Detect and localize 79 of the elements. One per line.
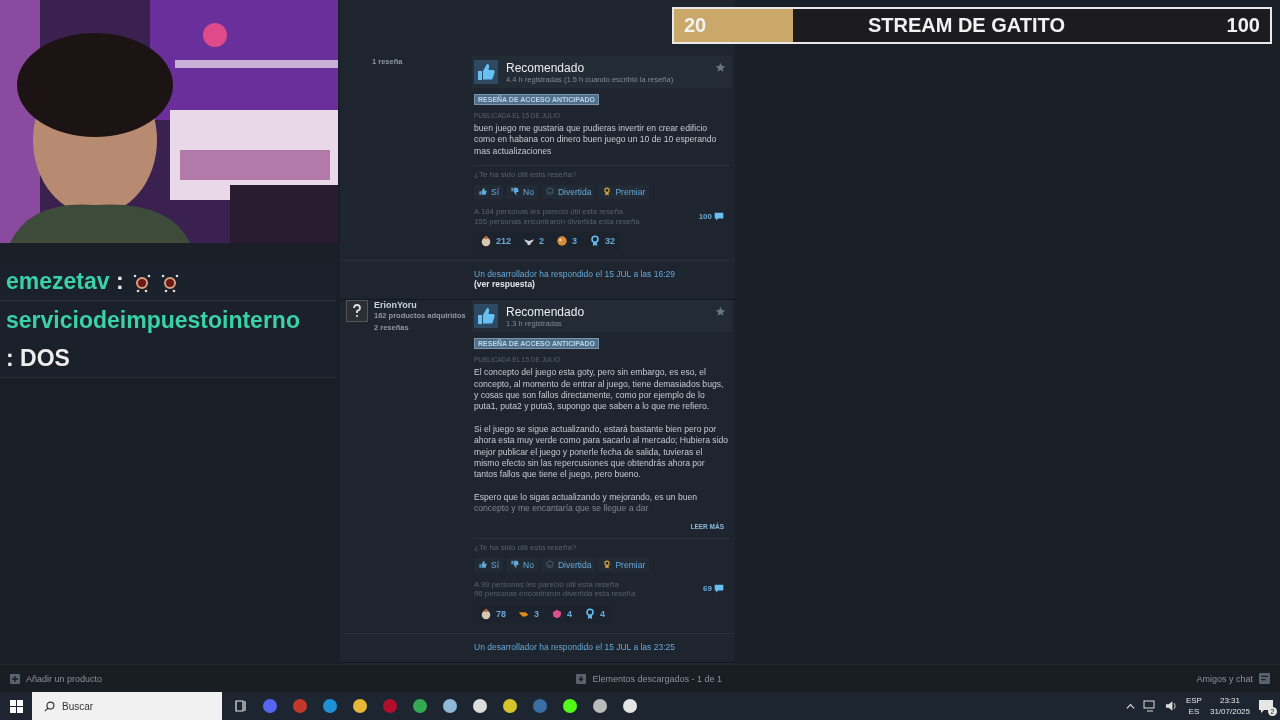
- award-icon: [602, 187, 613, 198]
- comment-icon: [714, 584, 724, 595]
- review-text: buen juego me gustaria que pudieras invertir en crear edificio como en habana con dinero buen juego un 10 de 10 esperando mas actualizaciones: [474, 123, 718, 158]
- faded-review-text: concepto y me encantaría que se llegue a dar: [474, 503, 650, 515]
- author-name[interactable]: ErionYoru: [374, 300, 466, 311]
- award-icon: [551, 607, 564, 620]
- developer-reply-note: Un desarrollador ha respondido el 15 JUL a las 23:25: [474, 641, 676, 652]
- review-text: El concepto del juego esta goty, pero sin embargo, es eso, el concepto, al momento de entrar al juego, tiene demasiados bugs, y cosas que son fallos directamente, como por ejemplo de lo puta1, puta2 y puta3, supongo que saben a lo que me refiero.: [474, 367, 725, 413]
- review-text: Si el juego se sigue actualizando, estará bastante bien pero por ahora esta muy verde como para sacarlo al mercado; Hubiera sido mejor publicar el juego y ponerle fecha de salida, tuvieras el mismo efecto sin las repercusiones que obtendrás ahora por tantos fallos que tiene el juego, pero bueno.: [474, 423, 730, 481]
- app-icon[interactable]: [472, 698, 488, 714]
- medal-icon: [584, 607, 597, 620]
- award-icon: [556, 235, 569, 248]
- award-icon: [480, 235, 492, 248]
- award-count[interactable]: 3: [512, 604, 546, 623]
- award-icon: [480, 607, 492, 620]
- award-icon: [602, 559, 613, 570]
- vote-button[interactable]: Premiar: [598, 557, 650, 572]
- network-icon[interactable]: [1142, 700, 1157, 712]
- app-icon[interactable]: [412, 698, 428, 714]
- vote-button[interactable]: Premiar: [598, 185, 650, 200]
- goal-title: STREAM DE GATITO: [867, 14, 1065, 37]
- app-icon[interactable]: [562, 698, 578, 714]
- chat-icon: [1259, 673, 1270, 684]
- vote-button[interactable]: Divertida: [540, 557, 596, 572]
- caret-icon[interactable]: [1125, 701, 1135, 711]
- app-icon[interactable]: [352, 698, 368, 714]
- star-icon[interactable]: [715, 62, 726, 73]
- clock[interactable]: 23:31 31/07/2025: [1209, 695, 1250, 717]
- star-icon[interactable]: [715, 306, 726, 318]
- award-count[interactable]: 4: [578, 604, 612, 623]
- award-count[interactable]: 2: [517, 232, 551, 251]
- download-icon: [576, 673, 587, 684]
- app-icon[interactable]: [442, 698, 458, 714]
- smiley-icon: [544, 187, 555, 198]
- emote-icon: [159, 272, 180, 293]
- add-product-button[interactable]: Añadir un producto: [10, 673, 103, 684]
- emote-icon: [131, 272, 152, 293]
- smiley-icon: [544, 559, 555, 570]
- app-icon[interactable]: [502, 698, 518, 714]
- review-text: Espero que lo sigas actualizando y mejorando, es un buen: [474, 491, 699, 504]
- start-icon[interactable]: [9, 699, 23, 713]
- search-field[interactable]: Buscar: [32, 692, 222, 720]
- developer-reply-note: Un desarrollador ha respondido el 15 JUL a las 16:29: [474, 269, 676, 280]
- vote-button[interactable]: No: [506, 557, 538, 572]
- chat-username: serviciodeimpuestointerno: [6, 307, 300, 333]
- thumbs-down-icon: [510, 187, 521, 198]
- vote-button[interactable]: No: [506, 185, 538, 200]
- award-count[interactable]: 78: [474, 604, 512, 623]
- plus-icon: [10, 673, 20, 684]
- goal-start: 20: [684, 14, 707, 37]
- chat-username: emezetav: [6, 268, 110, 294]
- recommendation-title: Recomendado: [506, 60, 586, 75]
- language-indicator[interactable]: ESP ES: [1185, 695, 1202, 717]
- app-icon[interactable]: [592, 698, 608, 714]
- avatar-icon[interactable]: [346, 300, 368, 323]
- thumbs-up-icon: [478, 187, 488, 198]
- task-view-icon[interactable]: [234, 699, 248, 713]
- award-count[interactable]: 4: [545, 604, 579, 623]
- medal-icon: [589, 235, 602, 248]
- vote-button[interactable]: Sí: [474, 185, 504, 200]
- volume-icon[interactable]: [1164, 700, 1178, 712]
- award-count[interactable]: 32: [583, 232, 622, 251]
- award-count[interactable]: 212: [474, 232, 518, 251]
- comment-count[interactable]: 69: [703, 579, 730, 599]
- chat-message: : DOS: [6, 345, 70, 371]
- thumbs-up-icon: [478, 559, 488, 570]
- comment-icon: [714, 211, 724, 222]
- vote-button[interactable]: Sí: [474, 557, 504, 572]
- vote-button[interactable]: Divertida: [540, 185, 596, 200]
- friends-chat-button[interactable]: Amigos y chat: [1196, 673, 1270, 684]
- recommendation-title: Recomendado: [506, 304, 585, 319]
- chat-separator: :: [115, 268, 124, 294]
- downloads-button[interactable]: Elementos descargados - 1 de 1: [576, 673, 723, 684]
- app-icon[interactable]: [622, 698, 638, 714]
- view-reply-link[interactable]: (ver respuesta): [474, 279, 735, 290]
- goal-target: 100: [1226, 14, 1260, 37]
- award-count[interactable]: 3: [550, 232, 584, 251]
- comment-count[interactable]: 100: [698, 207, 730, 227]
- thumbs-down-icon: [510, 559, 521, 570]
